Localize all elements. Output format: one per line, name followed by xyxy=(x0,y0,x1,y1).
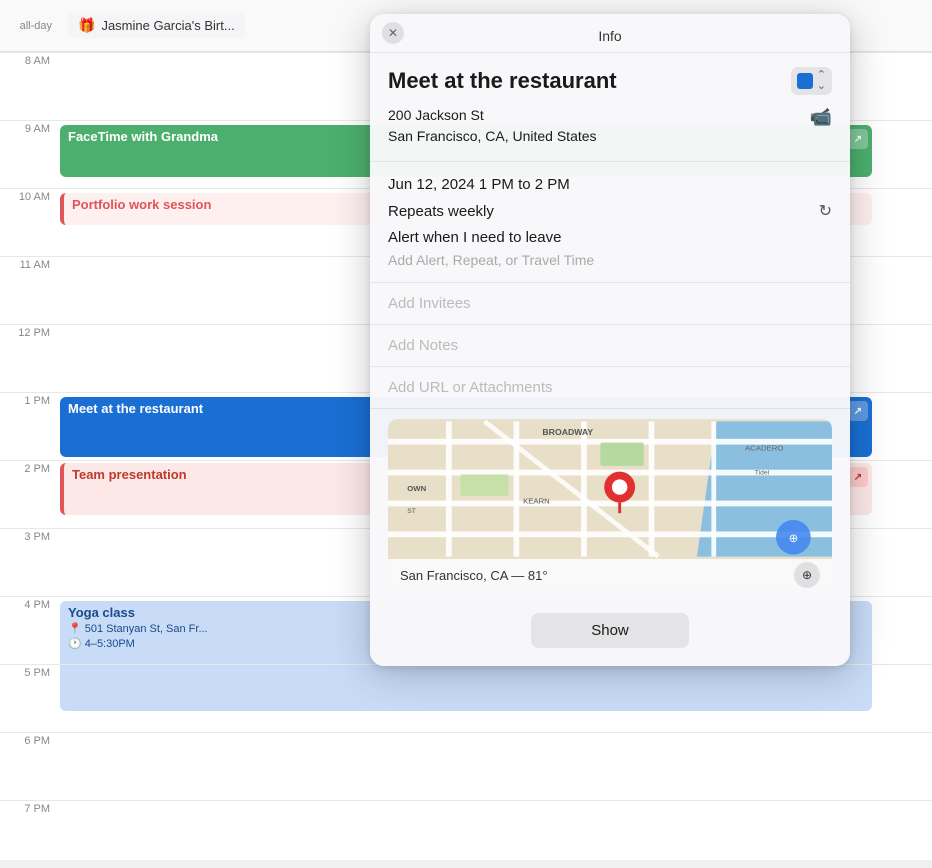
svg-text:⊕: ⊕ xyxy=(789,533,799,545)
color-picker[interactable]: ⌃⌄ xyxy=(791,67,832,95)
time-row-7pm: 7 PM xyxy=(0,800,932,868)
location-text: 200 Jackson St San Francisco, CA, United… xyxy=(388,105,597,147)
time-label-7pm: 7 PM xyxy=(0,801,60,815)
all-day-event[interactable]: 🎁 Jasmine Garcia's Birt... xyxy=(68,13,245,38)
event-title-section: Meet at the restaurant ⌃⌄ 200 Jackson St… xyxy=(370,53,850,162)
time-label-12pm: 12 PM xyxy=(0,325,60,339)
add-invitees-row[interactable]: Add Invitees xyxy=(370,283,850,325)
add-alert-row[interactable]: Add Alert, Repeat, or Travel Time xyxy=(388,252,832,268)
svg-text:OWN: OWN xyxy=(407,484,426,493)
svg-text:KEARN: KEARN xyxy=(523,496,550,505)
time-label-9am: 9 AM xyxy=(0,121,60,135)
meet-restaurant-share-icon: ↗ xyxy=(848,401,868,421)
time-label-8am: 8 AM xyxy=(0,53,60,67)
svg-text:BROADWAY: BROADWAY xyxy=(542,427,593,437)
facetime-title: FaceTime with Grandma xyxy=(68,129,218,144)
location-row: 200 Jackson St San Francisco, CA, United… xyxy=(388,105,832,147)
svg-text:ACADERO: ACADERO xyxy=(745,443,783,452)
datetime-text: Jun 12, 2024 1 PM to 2 PM xyxy=(388,176,832,193)
time-label-5pm: 5 PM xyxy=(0,665,60,679)
time-row-6pm: 6 PM xyxy=(0,732,932,800)
time-label-1pm: 1 PM xyxy=(0,393,60,407)
portfolio-title: Portfolio work session xyxy=(72,197,211,212)
close-icon: ✕ xyxy=(388,26,398,40)
color-swatch xyxy=(797,73,813,89)
clock-icon: 🕐 xyxy=(68,637,82,650)
team-presentation-share-icon: ↗ xyxy=(848,467,868,487)
repeat-icon: ↻ xyxy=(819,201,832,221)
time-content-7pm xyxy=(60,801,932,868)
all-day-label: all-day xyxy=(8,20,60,32)
time-label-4pm: 4 PM xyxy=(0,597,60,611)
alert-row: Alert when I need to leave xyxy=(388,229,832,246)
location-line2: San Francisco, CA, United States xyxy=(388,126,597,147)
birthday-icon: 🎁 xyxy=(78,17,95,34)
event-title-row: Meet at the restaurant ⌃⌄ xyxy=(388,67,832,95)
popup-body: Meet at the restaurant ⌃⌄ 200 Jackson St… xyxy=(370,53,850,666)
team-presentation-title: Team presentation xyxy=(72,467,187,482)
location-line1: 200 Jackson St xyxy=(388,105,597,126)
popup-header: ✕ Info xyxy=(370,14,850,53)
map-container[interactable]: BROADWAY ACADERO Tidel OWN ST KEARN ⊕ Sa… xyxy=(388,419,832,589)
popup-title: Info xyxy=(598,28,621,44)
map-caption: San Francisco, CA — 81° ⊕ xyxy=(388,559,832,589)
time-label-3pm: 3 PM xyxy=(0,529,60,543)
info-popup: ✕ Info Meet at the restaurant ⌃⌄ 200 Jac… xyxy=(370,14,850,666)
repeats-row: Repeats weekly ↻ xyxy=(388,201,832,221)
map-location-text: San Francisco, CA — 81° xyxy=(400,568,548,583)
time-content-6pm xyxy=(60,733,932,800)
datetime-section: Jun 12, 2024 1 PM to 2 PM Repeats weekly… xyxy=(370,162,850,283)
add-url-row[interactable]: Add URL or Attachments xyxy=(370,367,850,409)
time-label-2pm: 2 PM xyxy=(0,461,60,475)
map-visual: BROADWAY ACADERO Tidel OWN ST KEARN ⊕ xyxy=(388,419,832,559)
all-day-event-text: Jasmine Garcia's Birt... xyxy=(101,18,234,33)
event-title: Meet at the restaurant xyxy=(388,68,617,94)
map-svg: BROADWAY ACADERO Tidel OWN ST KEARN ⊕ xyxy=(388,419,832,559)
time-label-10am: 10 AM xyxy=(0,189,60,203)
video-camera-icon: 📹 xyxy=(810,107,832,128)
meet-restaurant-title: Meet at the restaurant xyxy=(68,401,203,416)
show-button[interactable]: Show xyxy=(531,613,689,648)
close-button[interactable]: ✕ xyxy=(382,22,404,44)
location-icon: 📍 xyxy=(68,622,82,635)
time-label-6pm: 6 PM xyxy=(0,733,60,747)
add-notes-row[interactable]: Add Notes xyxy=(370,325,850,367)
svg-text:Tidel: Tidel xyxy=(755,470,770,477)
repeats-label: Repeats weekly xyxy=(388,203,494,220)
time-content-5pm xyxy=(60,665,932,732)
time-row-5pm: 5 PM xyxy=(0,664,932,732)
compass-icon: ⊕ xyxy=(794,562,820,588)
facetime-share-icon: ↗ xyxy=(848,129,868,149)
svg-text:ST: ST xyxy=(407,508,416,515)
show-button-row: Show xyxy=(370,603,850,666)
time-label-11am: 11 AM xyxy=(0,257,60,271)
chevron-updown-icon: ⌃⌄ xyxy=(817,70,826,92)
